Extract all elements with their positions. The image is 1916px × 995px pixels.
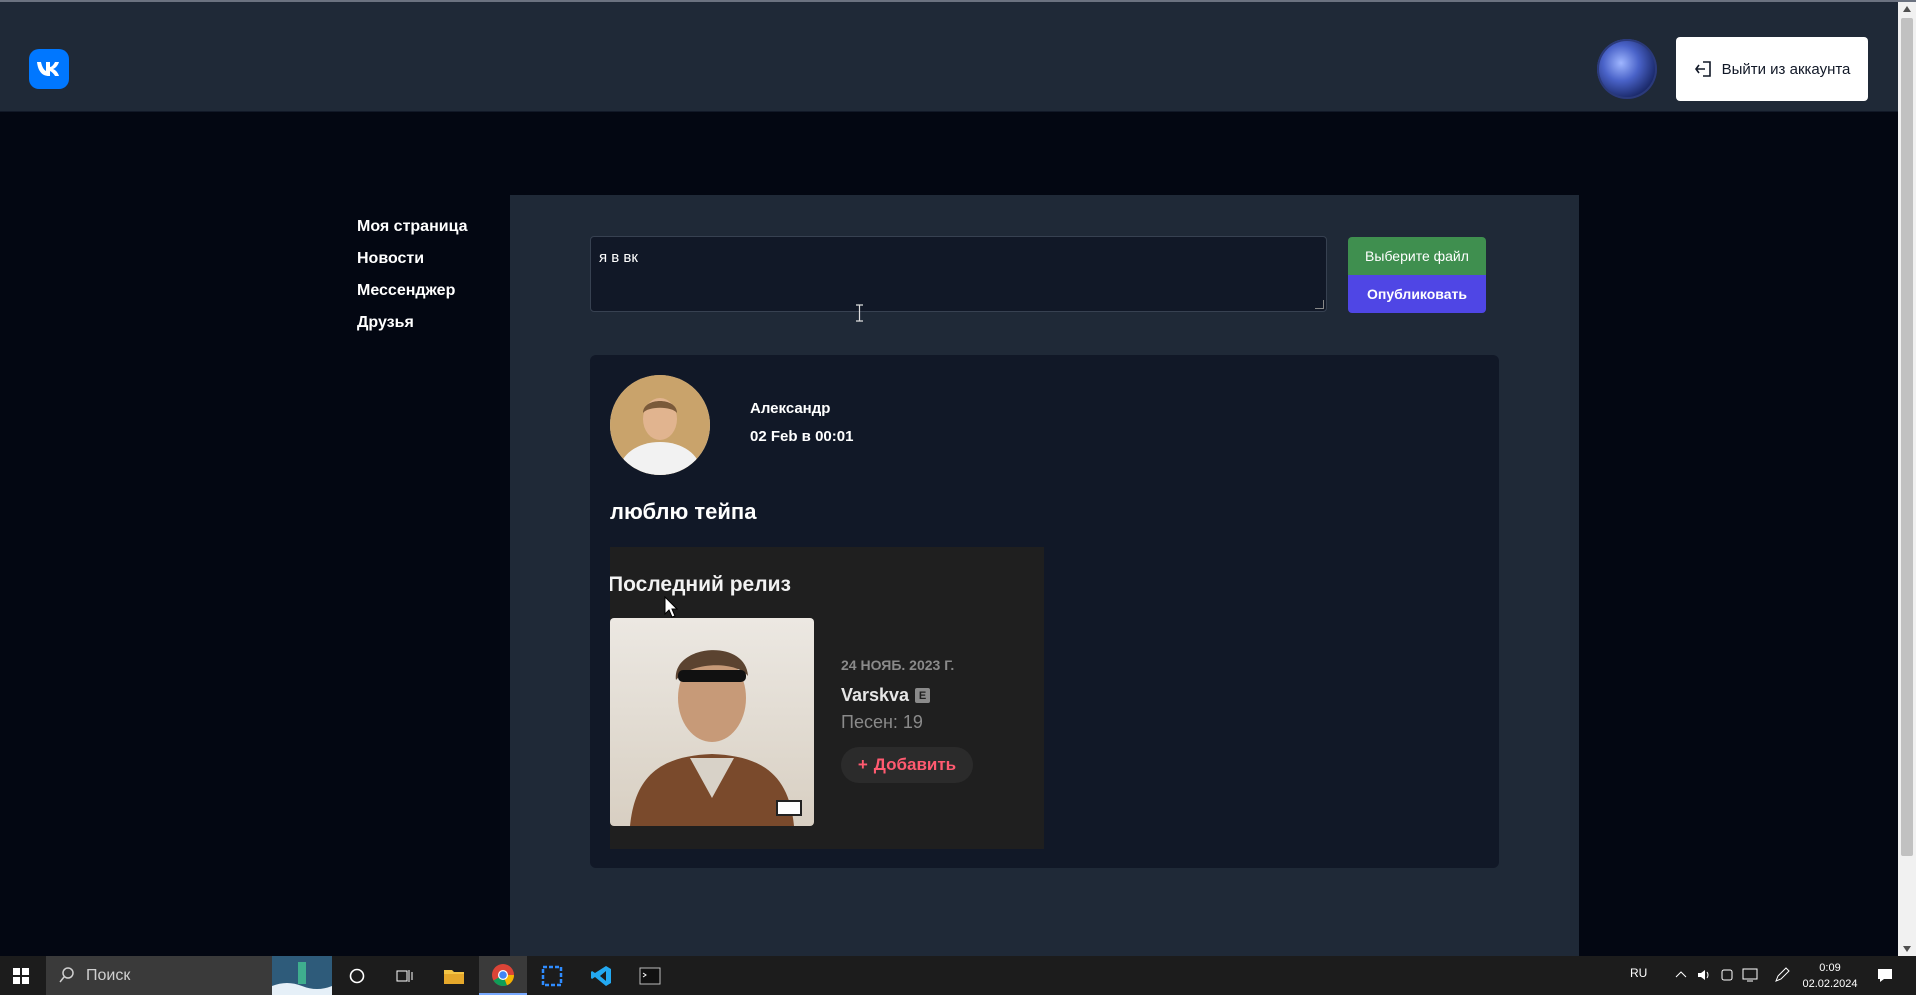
language-indicator[interactable]: RU: [1630, 966, 1647, 980]
vscode-button[interactable]: [577, 956, 625, 995]
snipping-tool-button[interactable]: [528, 956, 576, 995]
cortana-icon: [349, 968, 365, 983]
chrome-button[interactable]: [479, 956, 527, 995]
terminal-button[interactable]: [626, 956, 674, 995]
publish-button[interactable]: Опубликовать: [1348, 275, 1486, 313]
windows-taskbar: Поиск RU 0:09 02.02.2024: [0, 956, 1916, 995]
folder-icon: [444, 969, 464, 984]
start-button[interactable]: [0, 956, 42, 995]
resize-handle-icon[interactable]: [1315, 300, 1324, 309]
vk-logo-icon[interactable]: [29, 49, 69, 89]
search-highlight-icon: [272, 956, 332, 995]
clock-time: 0:09: [1819, 962, 1841, 974]
song-count: Песен: 19: [841, 712, 923, 732]
explicit-badge: E: [915, 688, 931, 703]
network-icon[interactable]: [1742, 967, 1760, 983]
release-title-row: Varskva E: [841, 685, 931, 706]
search-placeholder: Поиск: [86, 966, 131, 984]
nav-news[interactable]: Новости: [357, 249, 468, 281]
mouse-pointer-icon: [664, 596, 678, 618]
file-explorer-button[interactable]: [430, 956, 478, 995]
image-heading: Последний релиз: [610, 573, 791, 596]
add-label: Добавить: [873, 755, 957, 774]
task-view-button[interactable]: [381, 956, 429, 995]
feed-panel: я в вк Выберите файл Опубликовать Алекса…: [510, 195, 1579, 956]
release-title: Varskva: [841, 685, 910, 705]
post-textarea-value: я в вк: [599, 249, 638, 266]
plus-icon: +: [857, 755, 868, 774]
clock-date: 02.02.2024: [1802, 978, 1858, 990]
task-view-icon: [396, 969, 413, 982]
nav-friends[interactable]: Друзья: [357, 313, 468, 345]
terminal-icon: [639, 967, 661, 984]
album-cover: [610, 618, 814, 826]
release-date: 24 НОЯБ. 2023 Г.: [841, 657, 955, 673]
post-author-avatar[interactable]: [610, 375, 710, 475]
logout-label: Выйти из аккаунта: [1721, 60, 1851, 78]
chrome-icon: [492, 963, 515, 986]
notifications-icon[interactable]: [1876, 967, 1894, 983]
post-image[interactable]: Последний релиз 24 НОЯБ. 2023 Г. Varskva…: [610, 547, 1044, 849]
logout-icon: [1694, 61, 1711, 77]
text-cursor-icon: [856, 304, 863, 322]
meet-now-icon[interactable]: [1720, 967, 1734, 983]
nav-messenger[interactable]: Мессенджер: [357, 281, 468, 313]
post-author-name[interactable]: Александр: [750, 400, 830, 417]
taskbar-search[interactable]: Поиск: [46, 956, 332, 995]
windows-logo-icon: [13, 967, 29, 984]
vscode-icon: [591, 965, 611, 986]
user-avatar[interactable]: [1597, 39, 1657, 99]
post-date: 02 Feb в 00:01: [750, 428, 854, 445]
sidebar-nav: Моя страница Новости Мессенджер Друзья: [357, 217, 468, 345]
pen-workspace-icon[interactable]: [1774, 967, 1790, 983]
post-text: люблю тейпа: [610, 499, 757, 524]
post-card: Александр 02 Feb в 00:01 люблю тейпа Пос…: [590, 355, 1499, 868]
taskbar-clock[interactable]: 0:09 02.02.2024: [1800, 960, 1860, 992]
snipping-icon: [541, 965, 563, 986]
search-icon: [59, 967, 74, 983]
scroll-down-icon[interactable]: [1903, 946, 1911, 952]
logout-button[interactable]: Выйти из аккаунта: [1676, 37, 1868, 101]
top-header: Выйти из аккаунта: [0, 2, 1898, 112]
cortana-button[interactable]: [333, 956, 381, 995]
post-textarea[interactable]: я в вк: [590, 236, 1327, 312]
show-hidden-icons-icon[interactable]: [1675, 967, 1687, 983]
nav-my-page[interactable]: Моя страница: [357, 217, 468, 249]
choose-file-button[interactable]: Выберите файл: [1348, 237, 1486, 275]
scrollbar-thumb[interactable]: [1901, 18, 1913, 856]
add-release-button: + Добавить: [841, 747, 973, 783]
volume-icon[interactable]: [1696, 967, 1712, 983]
scroll-up-icon[interactable]: [1903, 6, 1911, 12]
page-scrollbar[interactable]: [1898, 2, 1916, 956]
